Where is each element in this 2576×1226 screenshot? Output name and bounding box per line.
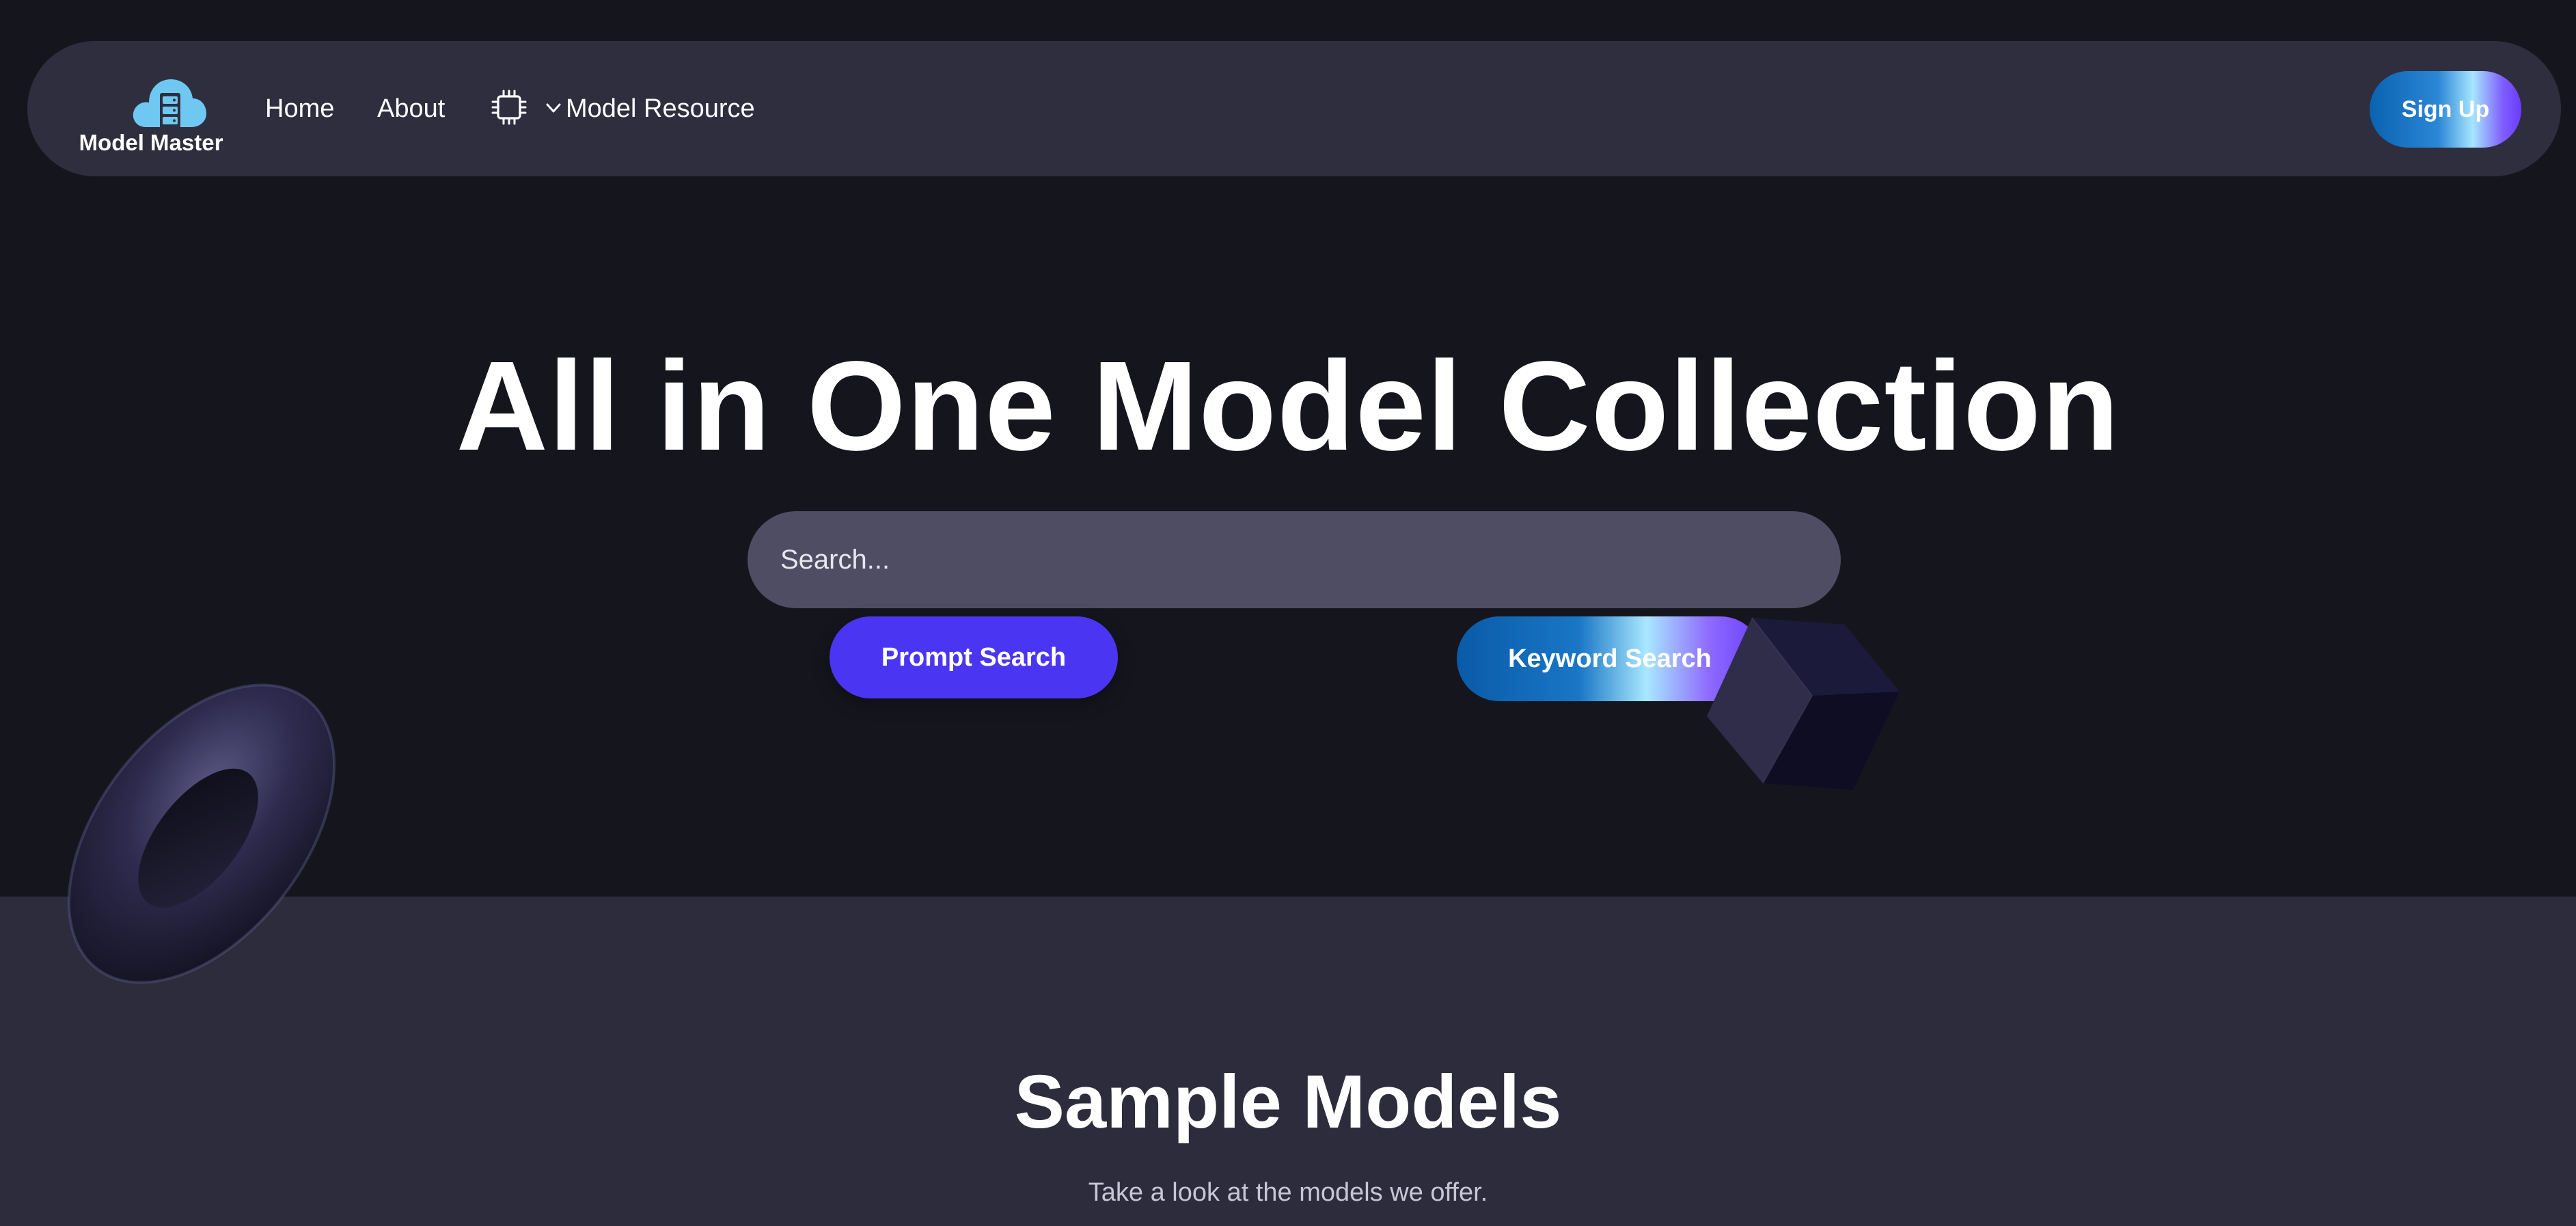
sign-up-button[interactable]: Sign Up: [2370, 71, 2521, 148]
cube-decoration: [1707, 617, 1900, 790]
chevron-down-icon[interactable]: [544, 98, 563, 118]
navbar: Model Master Home About Model Resource S…: [27, 41, 2561, 176]
nav-about-link[interactable]: About: [377, 93, 445, 124]
cloud-server-icon: [133, 79, 206, 128]
brand-name: Model Master: [79, 130, 223, 155]
cpu-chip-icon: [491, 90, 527, 125]
prompt-search-button[interactable]: Prompt Search: [830, 616, 1118, 698]
nav-model-resource-link[interactable]: Model Resource: [566, 93, 755, 124]
sample-models-title: Sample Models: [1014, 1060, 1562, 1144]
torus-decoration: [67, 683, 336, 984]
search-input[interactable]: [748, 511, 1841, 608]
brand-logo[interactable]: Model Master: [66, 68, 236, 164]
sample-models-subtitle: Take a look at the models we offer.: [1088, 1178, 1488, 1207]
nav-home-link[interactable]: Home: [265, 93, 334, 124]
hero-title: All in One Model Collection: [456, 336, 2120, 477]
